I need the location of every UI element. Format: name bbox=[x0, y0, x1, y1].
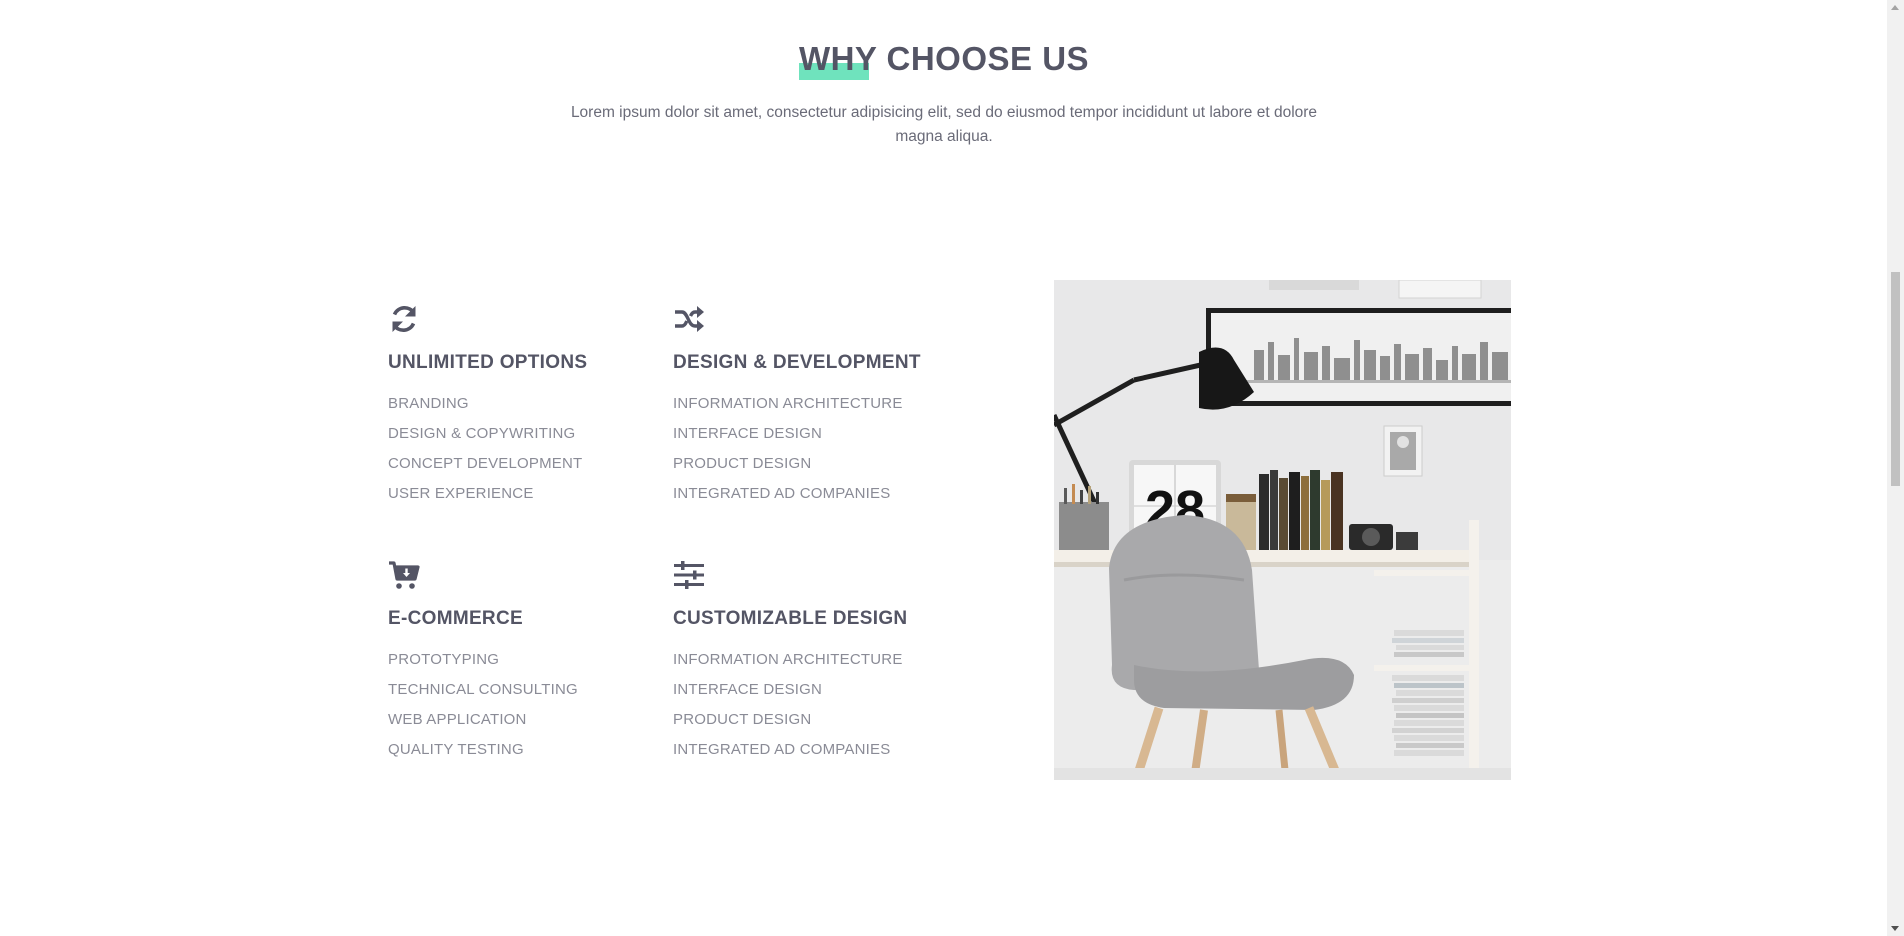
list-item: PRODUCT DESIGN bbox=[673, 711, 812, 728]
section-subtitle: Lorem ipsum dolor sit amet, consectetur … bbox=[570, 104, 1318, 145]
list-item: INTEGRATED AD COMPANIES bbox=[673, 741, 891, 758]
list-item: TECHNICAL CONSULTING bbox=[388, 681, 578, 698]
workspace-photo: 28 bbox=[1054, 280, 1511, 780]
sliders-icon bbox=[673, 559, 705, 591]
list-item: INTEGRATED AD COMPANIES bbox=[673, 485, 891, 502]
list-item: CONCEPT DEVELOPMENT bbox=[388, 455, 583, 472]
feature-title: E-COMMERCE bbox=[388, 608, 523, 629]
list-item: PRODUCT DESIGN bbox=[673, 455, 812, 472]
feature-customizable-design: CUSTOMIZABLE DESIGN INFORMATION ARCHITEC… bbox=[673, 559, 953, 765]
section-title: WHY CHOOSE US bbox=[0, 40, 1888, 80]
why-choose-us-section: WHY CHOOSE US Lorem ipsum dolor sit amet… bbox=[0, 0, 1904, 936]
feature-list: PROTOTYPING TECHNICAL CONSULTING WEB APP… bbox=[388, 645, 668, 765]
feature-list: INFORMATION ARCHITECTURE INTERFACE DESIG… bbox=[673, 389, 953, 509]
feature-e-commerce: E-COMMERCE PROTOTYPING TECHNICAL CONSULT… bbox=[388, 559, 668, 765]
section-title-wrap: WHY CHOOSE US bbox=[798, 40, 1090, 80]
list-item: INFORMATION ARCHITECTURE bbox=[673, 651, 903, 668]
feature-title: CUSTOMIZABLE DESIGN bbox=[673, 608, 908, 629]
section-title-text: WHY CHOOSE US bbox=[798, 40, 1090, 77]
page-scrollbar[interactable] bbox=[1887, 0, 1904, 936]
list-item: WEB APPLICATION bbox=[388, 711, 527, 728]
feature-list: INFORMATION ARCHITECTURE INTERFACE DESIG… bbox=[673, 645, 953, 765]
refresh-icon bbox=[388, 303, 420, 335]
list-item: BRANDING bbox=[388, 395, 469, 412]
cart-download-icon bbox=[388, 559, 420, 591]
feature-design-development: DESIGN & DEVELOPMENT INFORMATION ARCHITE… bbox=[673, 303, 953, 509]
feature-list: BRANDING DESIGN & COPYWRITING CONCEPT DE… bbox=[388, 389, 668, 509]
list-item: INTERFACE DESIGN bbox=[673, 425, 823, 442]
workspace-illustration: 28 bbox=[1054, 280, 1511, 780]
shuffle-icon bbox=[673, 303, 705, 335]
list-item: DESIGN & COPYWRITING bbox=[388, 425, 576, 442]
feature-title: DESIGN & DEVELOPMENT bbox=[673, 352, 921, 373]
scroll-up-arrow-icon[interactable] bbox=[1891, 5, 1899, 10]
list-item: USER EXPERIENCE bbox=[388, 485, 534, 502]
list-item: PROTOTYPING bbox=[388, 651, 500, 668]
feature-title: UNLIMITED OPTIONS bbox=[388, 352, 588, 373]
list-item: INTERFACE DESIGN bbox=[673, 681, 823, 698]
scrollbar-thumb[interactable] bbox=[1891, 272, 1900, 486]
list-item: INFORMATION ARCHITECTURE bbox=[673, 395, 903, 412]
scroll-down-arrow-icon[interactable] bbox=[1891, 926, 1899, 931]
list-item: QUALITY TESTING bbox=[388, 741, 524, 758]
feature-unlimited-options: UNLIMITED OPTIONS BRANDING DESIGN & COPY… bbox=[388, 303, 668, 509]
